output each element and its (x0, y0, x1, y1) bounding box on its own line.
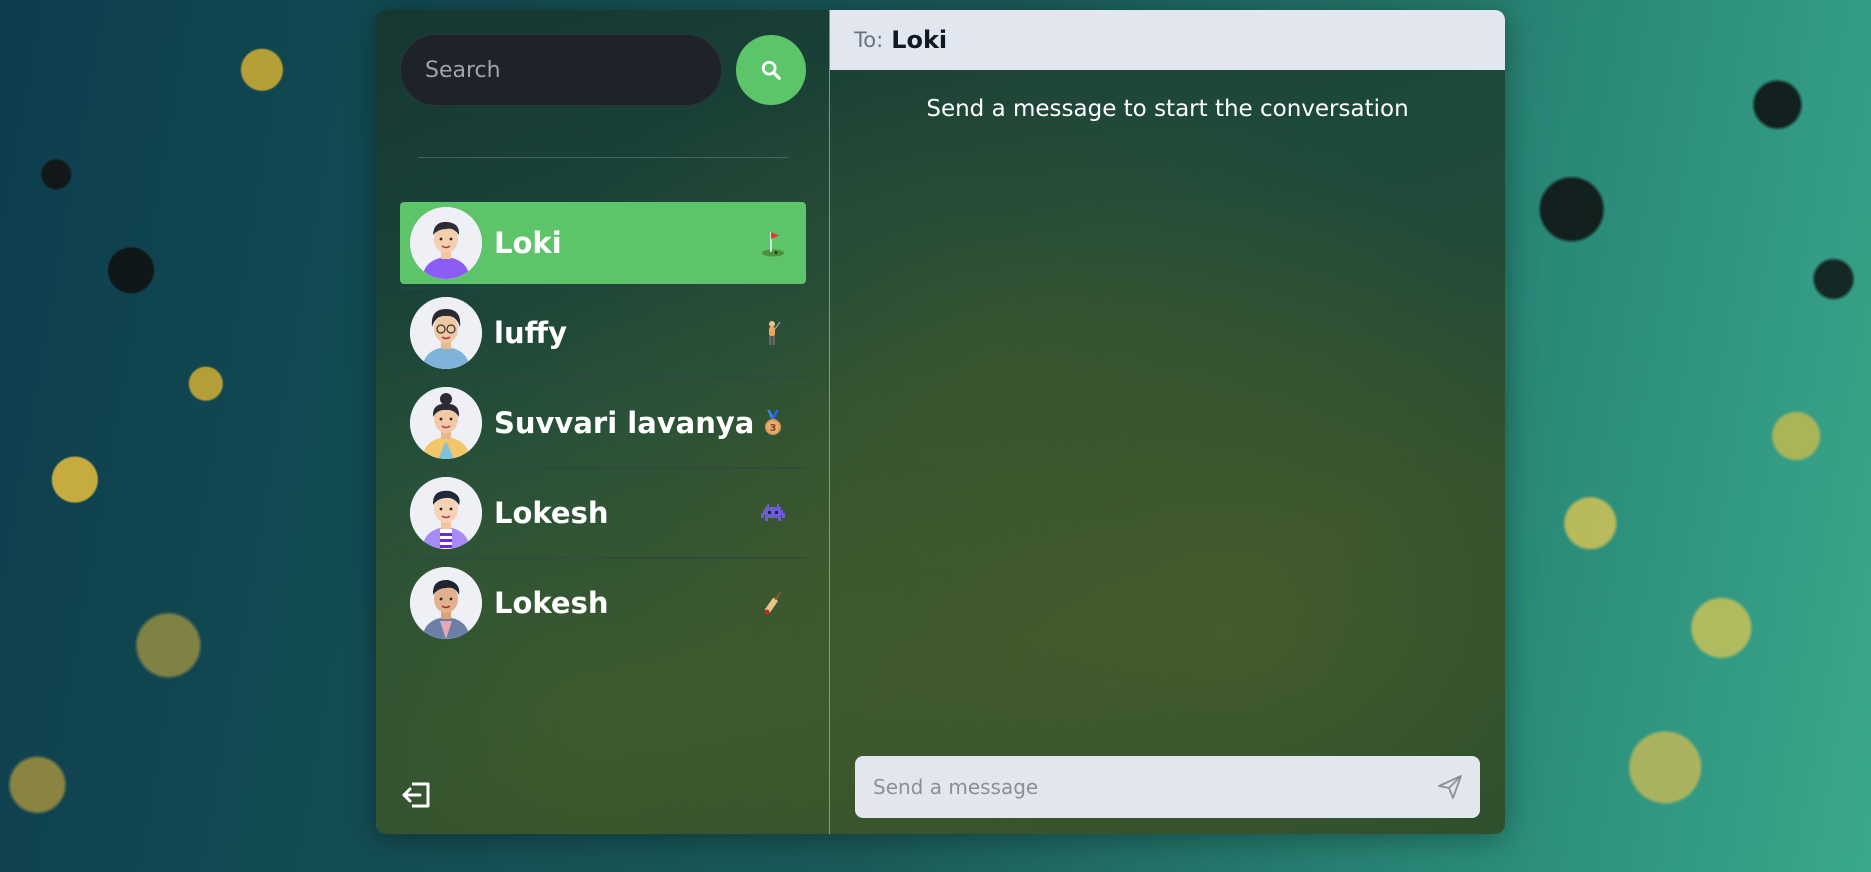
search-form (400, 34, 806, 106)
send-icon (1438, 775, 1462, 799)
conversation-name: Loki (494, 226, 562, 260)
alien-monster-icon (756, 496, 790, 530)
avatar (410, 207, 482, 279)
conversation-item-lokesh[interactable]: Lokesh (400, 472, 806, 559)
search-input[interactable] (400, 34, 722, 106)
conversation-item-lokesh-2[interactable]: Lokesh (400, 562, 806, 644)
search-button[interactable] (736, 35, 806, 105)
conversation-item-luffy[interactable]: luffy (400, 292, 806, 379)
sidebar: Loki (376, 10, 830, 834)
sidebar-divider (418, 157, 788, 158)
chat-panel: To: Loki Send a message to start the con… (830, 10, 1505, 834)
logout-button[interactable] (400, 778, 434, 812)
conversation-name: Suvvari lavanya (494, 406, 755, 440)
recipient-name: Loki (891, 26, 948, 54)
logout-icon (402, 782, 430, 808)
conversation-list: Loki luffy Suvvari lavanya 3 Lokesh Loke… (400, 202, 806, 652)
avatar (410, 477, 482, 549)
conversation-name: luffy (494, 316, 567, 350)
avatar (410, 387, 482, 459)
send-button[interactable] (1436, 773, 1464, 801)
empty-conversation-message: Send a message to start the conversation (926, 96, 1409, 122)
avatar (410, 567, 482, 639)
golf-flag-icon (756, 226, 790, 260)
search-icon (761, 60, 781, 80)
conversation-name: Lokesh (494, 496, 609, 530)
chat-header: To: Loki (830, 10, 1505, 70)
cricket-bat-icon (756, 586, 790, 620)
message-input[interactable] (871, 774, 1436, 800)
golfer-icon (756, 316, 790, 350)
message-composer (855, 756, 1480, 818)
conversation-item-loki[interactable]: Loki (400, 202, 806, 289)
conversation-item-suvvari-lavanya[interactable]: Suvvari lavanya 3 (400, 382, 806, 469)
to-label: To: (854, 28, 884, 52)
conversation-name: Lokesh (494, 586, 609, 620)
chat-app-window: Loki (376, 10, 1505, 834)
svg-text:3: 3 (770, 423, 777, 434)
bronze-medal-icon: 3 (756, 406, 790, 440)
avatar (410, 297, 482, 369)
